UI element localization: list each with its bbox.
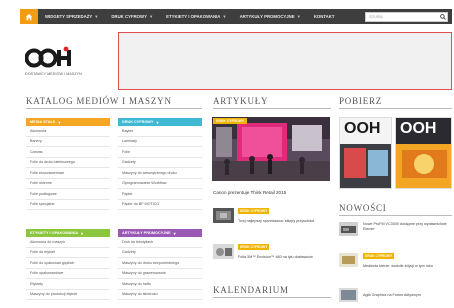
category-badge[interactable]: DRUK CYFROWY xyxy=(238,244,270,250)
news-thumbnail[interactable] xyxy=(339,288,358,302)
chevron-down-icon: ▾ xyxy=(223,13,226,19)
chevron-down-icon: ▾ xyxy=(58,120,61,125)
nav-label: ARTYKUŁY PROMOCYJNE xyxy=(239,13,295,19)
category-item[interactable]: Maszyny do produkcji etykiet xyxy=(26,290,110,300)
magazine-cover[interactable]: OOH xyxy=(339,117,392,189)
nav-item-druk-cyfrowy[interactable]: DRUK CYFROWY ▾ xyxy=(104,14,159,20)
category-badge[interactable]: DRUK CYFROWY xyxy=(238,208,270,214)
category-item[interactable]: Canvas xyxy=(26,147,110,158)
nav-label: ETYKIETY I OPAKOWANIA xyxy=(166,13,221,19)
category-item[interactable]: Folie ekosolwentowe xyxy=(26,168,110,179)
category-item[interactable]: Folie opakowaniowe xyxy=(26,269,110,279)
news-title[interactable]: Medienta bierze: wsiedle edycji w tym ro… xyxy=(363,264,451,269)
category-badge[interactable]: DRUK CYFROWY xyxy=(363,253,395,259)
category-header[interactable]: ETYKIETY I OPAKOWANIA ▾ xyxy=(26,229,110,237)
divider xyxy=(213,297,331,298)
divider xyxy=(339,215,452,216)
logo-mark xyxy=(25,46,71,68)
category-item[interactable]: Folie do opakowań giętkich xyxy=(26,258,110,269)
category-item[interactable]: Folie do druku lateksowego xyxy=(26,158,110,168)
search-icon[interactable] xyxy=(439,13,447,21)
nav-label: WIDGETY SPRZEDAŻY xyxy=(45,13,93,19)
category-item[interactable]: Etykiety xyxy=(26,279,110,290)
category-box-artykuly-promocyjne: ARTYKUŁY PROMOCYJNE ▾ Druk na tekstyliach… xyxy=(118,229,202,300)
chevron-down-icon: ▾ xyxy=(149,13,153,19)
home-button[interactable] xyxy=(20,9,38,24)
category-badge[interactable]: DRUK CYFROWY xyxy=(213,118,248,124)
home-icon xyxy=(25,13,33,20)
category-item[interactable]: Maszyny do haftu xyxy=(118,279,202,290)
category-item[interactable]: Maszyny do wewnętrznego druku xyxy=(118,168,202,179)
site-logo[interactable]: DOSTAWCY MEDIÓW I MASZYN xyxy=(25,46,95,82)
search-input[interactable]: Szukaj xyxy=(365,11,448,22)
category-title: ETYKIETY I OPAKOWANIA xyxy=(30,231,78,235)
chevron-down-icon: ▾ xyxy=(80,231,83,236)
category-title: ARTYKUŁY PROMOCYJNE xyxy=(122,231,171,235)
category-item[interactable]: Papier do BF MOTICO xyxy=(118,200,202,210)
divider xyxy=(213,108,331,109)
category-title: DRUK CYFROWY xyxy=(122,120,154,124)
nav-label: DRUK CYFROWY xyxy=(111,13,147,19)
category-item[interactable]: Maszyny do druku bezpośredniego xyxy=(118,258,202,269)
category-item[interactable]: Akcesoria do maszyn xyxy=(26,237,110,248)
top-nav-bar: WIDGETY SPRZEDAŻY ▾ DRUK CYFROWY ▾ ETYKIET… xyxy=(20,9,452,24)
category-item[interactable]: Folie okienne xyxy=(26,179,110,189)
news-title[interactable]: Nowe ProFM VC3000 dostępne przy wydawnic… xyxy=(363,222,451,232)
category-item[interactable]: Banery xyxy=(26,137,110,147)
category-box-etykiety: ETYKIETY I OPAKOWANIA ▾ Akcesoria do masz… xyxy=(26,229,110,300)
category-box-druk-cyfrowy: DRUK CYFROWY ▾ Baytex Laminaty Folie Gadż… xyxy=(118,118,202,210)
category-item[interactable]: Gadżety xyxy=(118,158,202,168)
category-item[interactable]: Folie do etykiet xyxy=(26,248,110,258)
article-thumbnail[interactable] xyxy=(213,208,234,223)
category-item[interactable]: Folie podłogowe xyxy=(26,189,110,200)
category-item[interactable]: Oprogramowanie Workflow xyxy=(118,179,202,189)
chevron-down-icon: ▾ xyxy=(95,13,98,19)
article-thumbnail[interactable] xyxy=(213,244,234,259)
nav-item-etykiety[interactable]: ETYKIETY I OPAKOWANIA ▾ xyxy=(159,14,232,20)
category-item[interactable]: Folie specjalne xyxy=(26,200,110,210)
nav-item-artykuly-promocyjne[interactable]: ARTYKUŁY PROMOCYJNE ▾ xyxy=(233,14,307,20)
category-item[interactable]: Laminaty xyxy=(118,137,202,147)
section-title-articles: ARTYKUŁY xyxy=(213,96,269,106)
category-item[interactable]: Gadżety xyxy=(118,248,202,258)
nav-label: KONTAKT xyxy=(313,14,335,19)
article-title[interactable]: Folia 3M™ Envision™ 480 na tyłu dostawcó… xyxy=(238,255,322,260)
nav-item-widgety[interactable]: WIDGETY SPRZEDAŻY ▾ xyxy=(38,14,104,20)
category-header[interactable]: DRUK CYFROWY ▾ xyxy=(118,118,202,126)
news-title[interactable]: Agfa Graphics na Forum Aktywnym xyxy=(363,293,451,298)
category-item[interactable]: Akcesoria xyxy=(26,126,110,137)
chevron-down-icon: ▾ xyxy=(173,231,176,236)
section-title-catalog: KATALOG MEDIÓW I MASZYN xyxy=(26,96,172,106)
section-title-calendar: KALENDARIUM xyxy=(213,285,289,295)
divider xyxy=(339,108,452,109)
section-title-news: NOWOŚCI xyxy=(339,203,387,213)
category-item[interactable]: Druk na tekstyliach xyxy=(118,237,202,248)
category-title: MEDIA STAŁE xyxy=(30,120,56,124)
category-item[interactable]: Baytex xyxy=(118,126,202,137)
category-item[interactable]: Papier xyxy=(118,189,202,200)
category-header[interactable]: MEDIA STAŁE ▾ xyxy=(26,118,110,126)
chevron-down-icon: ▾ xyxy=(156,120,159,125)
search-placeholder: Szukaj xyxy=(369,14,383,19)
cover-title: OOH xyxy=(344,120,381,137)
category-item[interactable]: Maszyny do grawerowania xyxy=(118,269,202,279)
category-item[interactable]: Maszyny do sitodruku xyxy=(118,290,202,300)
article-main-image[interactable] xyxy=(212,117,330,181)
logo-tagline: DOSTAWCY MEDIÓW I MASZYN xyxy=(25,72,82,76)
category-header[interactable]: ARTYKUŁY PROMOCYJNE ▾ xyxy=(118,229,202,237)
nav-item-kontakt[interactable]: KONTAKT xyxy=(307,14,342,19)
section-title-download: POBIERZ xyxy=(339,96,383,106)
event-photo xyxy=(212,117,330,181)
cover-title: OOH xyxy=(400,120,437,137)
article-main-title[interactable]: Canon prezentuje Think Retail 2015 xyxy=(213,190,286,195)
news-thumbnail[interactable] xyxy=(339,222,358,236)
ad-banner[interactable] xyxy=(118,32,452,90)
magazine-cover[interactable]: OOH xyxy=(395,117,452,189)
category-box-media-stale: MEDIA STAŁE ▾ Akcesoria Banery Canvas Fol… xyxy=(26,118,110,210)
divider xyxy=(26,108,202,109)
chevron-down-icon: ▾ xyxy=(297,13,300,19)
article-title[interactable]: Twój najlepszy sprzedawca: sklepy przysz… xyxy=(238,219,322,224)
category-item[interactable]: Folie xyxy=(118,147,202,158)
news-thumbnail[interactable] xyxy=(339,253,358,267)
